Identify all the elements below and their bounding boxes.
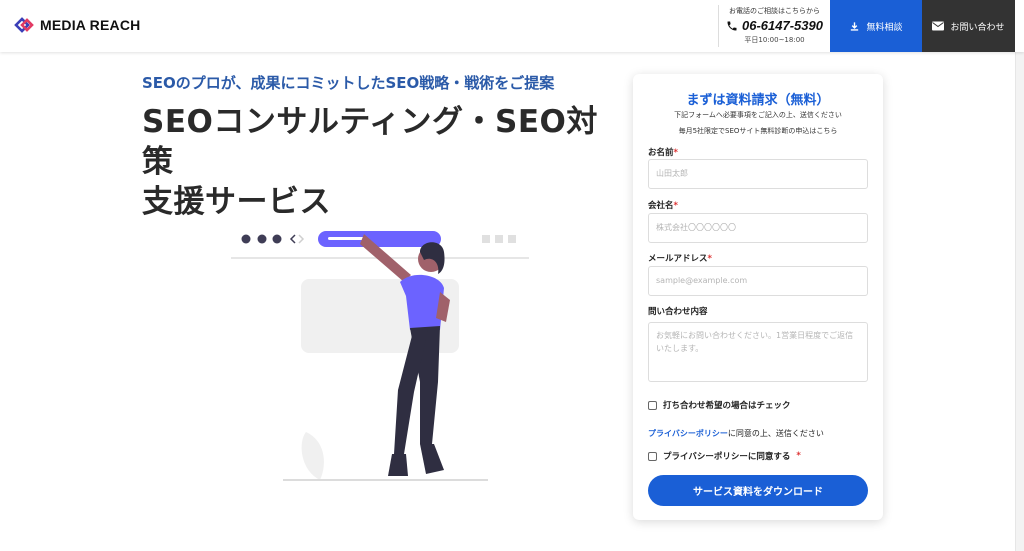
name-input[interactable]: 山田太郎	[648, 159, 868, 189]
policy-notice: プライバシーポリシーに同意の上、送信ください	[648, 428, 824, 439]
email-input[interactable]: sample@example.com	[648, 266, 868, 296]
phone-contact[interactable]: お電話のご相談はこちらから 06-6147-5390 平日10:00~18:00	[718, 5, 830, 47]
form-title: まずは資料請求（無料）	[686, 93, 830, 108]
meeting-request-label: 打ち合わせ希望の場合はチェック	[663, 401, 791, 411]
free-diagnosis-link[interactable]: 毎月5社限定でSEOサイト無料診断の申込はこちら	[633, 126, 883, 136]
email-label: メールアドレス*	[648, 252, 712, 264]
phone-hours: 平日10:00~18:00	[744, 36, 805, 44]
policy-agree-label: プライバシーポリシーに同意する	[663, 452, 791, 462]
logo-mark-icon	[14, 17, 34, 33]
privacy-policy-link[interactable]: プライバシーポリシー	[648, 429, 728, 438]
scrollbar[interactable]	[1015, 0, 1024, 551]
phone-note: お電話のご相談はこちらから	[729, 7, 820, 15]
hero-subhead: SEOのプロが、成果にコミットしたSEO戦略・戦術をご提案	[142, 74, 555, 92]
meeting-request-row: 打ち合わせ希望の場合はチェック	[648, 399, 791, 411]
required-mark: *	[707, 254, 712, 264]
name-label-text: お名前	[648, 148, 674, 158]
policy-notice-text: に同意の上、送信ください	[727, 429, 824, 438]
hero-illustration	[231, 231, 529, 481]
name-label: お名前*	[648, 146, 678, 158]
company-label-text: 会社名	[648, 201, 674, 211]
contact-button[interactable]: お問い合わせ	[922, 0, 1015, 52]
free-consultation-label: 無料相談	[866, 22, 903, 33]
policy-agree-checkbox[interactable]	[648, 451, 657, 461]
required-mark: *	[673, 201, 678, 211]
hero-title-line1: SEOコンサルティング・SEO対策	[142, 104, 598, 180]
download-brochure-button[interactable]: サービス資料をダウンロード	[648, 475, 868, 506]
download-icon	[851, 21, 859, 31]
hero-title-line2: 支援サービス	[142, 184, 331, 220]
site-header: MEDIA REACH お電話のご相談はこちらから 06-6147-5390 平…	[0, 0, 1024, 52]
request-form-card: まずは資料請求（無料） 下記フォームへ必要事項をご記入の上、送信ください 毎月5…	[633, 74, 883, 520]
inquiry-label: 問い合わせ内容	[648, 307, 708, 317]
form-note: 下記フォームへ必要事項をご記入の上、送信ください	[674, 111, 842, 119]
company-label: 会社名*	[648, 199, 678, 211]
mail-icon	[932, 21, 945, 31]
contact-label: お問い合わせ	[950, 22, 1005, 33]
logo-text: MEDIA REACH	[40, 17, 141, 33]
free-consultation-button[interactable]: 無料相談	[830, 0, 922, 52]
required-mark: *	[673, 148, 678, 158]
inquiry-textarea[interactable]: お気軽にお問い合わせください。1営業日程度でご返信いたします。	[648, 322, 868, 382]
policy-agree-row: プライバシーポリシーに同意する *	[648, 450, 801, 462]
meeting-request-checkbox[interactable]	[648, 400, 657, 410]
email-label-text: メールアドレス	[648, 254, 708, 264]
hero-title: SEOコンサルティング・SEO対策 支援サービス	[142, 102, 622, 222]
company-input[interactable]: 株式会社〇〇〇〇〇〇	[648, 213, 868, 243]
phone-number: 06-6147-5390	[742, 18, 823, 33]
phone-icon	[727, 21, 737, 30]
logo[interactable]: MEDIA REACH	[14, 16, 140, 34]
required-mark: *	[796, 451, 801, 461]
